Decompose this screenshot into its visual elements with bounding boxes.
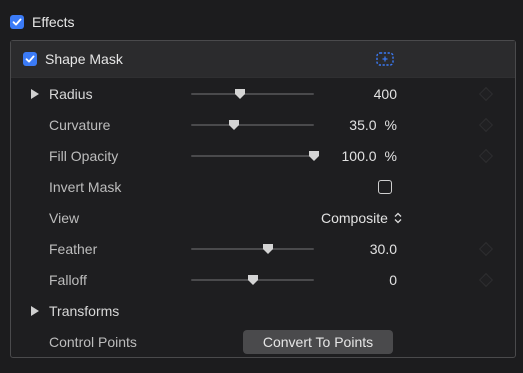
invert-mask-label: Invert Mask: [49, 178, 122, 195]
keyframe-diamond-icon[interactable]: [478, 148, 494, 163]
feather-slider[interactable]: [191, 242, 314, 256]
radius-label: Radius: [49, 85, 93, 102]
param-row-view: View Composite: [11, 202, 515, 233]
shape-mask-section: Shape Mask Radius 400 Curvature 35.0 % F…: [10, 40, 516, 358]
onscreen-controls-icon[interactable]: [374, 50, 396, 68]
chevron-updown-icon: [394, 212, 402, 223]
slider-track: [191, 92, 314, 95]
slider-track: [191, 247, 314, 250]
param-row-feather: Feather 30.0: [11, 233, 515, 264]
disclosure-triangle-icon[interactable]: [31, 305, 39, 316]
invert-mask-checkbox[interactable]: [378, 179, 392, 194]
param-row-transforms: Transforms: [11, 295, 515, 326]
effects-header: Effects: [10, 8, 513, 36]
disclosure-triangle-icon[interactable]: [31, 88, 39, 99]
slider-thumb[interactable]: [234, 88, 246, 100]
view-popup-menu[interactable]: Composite: [321, 210, 402, 226]
inspector-panel: Effects Shape Mask Radius 400 Curvature …: [0, 0, 523, 373]
effects-enable-checkbox[interactable]: [10, 15, 24, 29]
slider-thumb[interactable]: [262, 243, 274, 255]
param-row-radius: Radius 400: [11, 78, 515, 109]
falloff-value[interactable]: 0: [389, 272, 397, 288]
feather-label: Feather: [49, 240, 98, 257]
param-row-control-points: Control Points Convert To Points: [11, 326, 515, 357]
view-label: View: [49, 209, 80, 226]
convert-to-points-button[interactable]: Convert To Points: [243, 329, 393, 354]
keyframe-diamond-icon[interactable]: [478, 86, 494, 101]
keyframe-diamond-icon[interactable]: [478, 272, 494, 287]
curvature-value[interactable]: 35.0%: [349, 117, 397, 133]
view-popup-value: Composite: [321, 209, 388, 226]
fill-opacity-label: Fill Opacity: [49, 147, 119, 164]
curvature-slider[interactable]: [191, 118, 314, 132]
param-row-curvature: Curvature 35.0%: [11, 109, 515, 140]
fill-opacity-value[interactable]: 100.0%: [342, 148, 398, 164]
slider-thumb[interactable]: [308, 150, 320, 162]
fill-opacity-slider[interactable]: [191, 149, 319, 163]
slider-thumb[interactable]: [228, 119, 240, 131]
keyframe-diamond-icon[interactable]: [478, 241, 494, 256]
slider-track: [191, 123, 314, 126]
slider-track: [191, 154, 314, 157]
feather-value[interactable]: 30.0: [370, 241, 397, 257]
param-row-invert-mask: Invert Mask: [11, 171, 515, 202]
falloff-label: Falloff: [49, 271, 87, 288]
shape-mask-enable-checkbox[interactable]: [23, 52, 37, 66]
param-row-falloff: Falloff 0: [11, 264, 515, 295]
control-points-label: Control Points: [49, 333, 137, 350]
checkmark-icon: [12, 18, 22, 26]
checkmark-icon: [25, 55, 35, 63]
shape-mask-title: Shape Mask: [45, 51, 123, 67]
param-row-fill-opacity: Fill Opacity 100.0%: [11, 140, 515, 171]
radius-slider[interactable]: [191, 87, 314, 101]
slider-thumb[interactable]: [247, 274, 259, 286]
falloff-slider[interactable]: [191, 273, 314, 287]
shape-mask-header[interactable]: Shape Mask: [11, 41, 515, 78]
keyframe-diamond-icon[interactable]: [478, 117, 494, 132]
effects-title: Effects: [32, 14, 75, 30]
radius-value[interactable]: 400: [374, 86, 397, 102]
transforms-label: Transforms: [49, 302, 120, 319]
curvature-label: Curvature: [49, 116, 111, 133]
